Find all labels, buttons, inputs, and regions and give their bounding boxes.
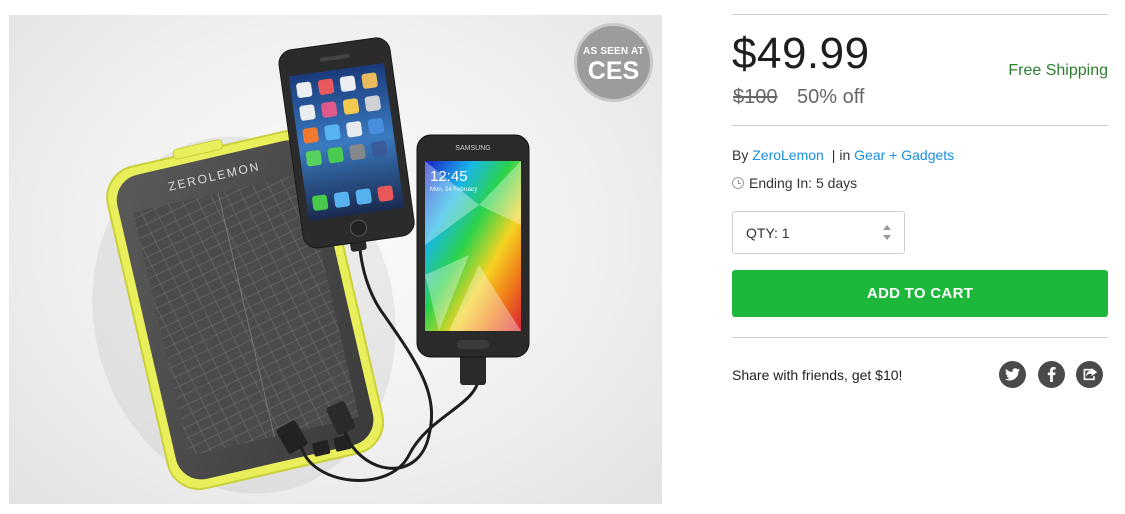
samsung-device: SAMSUNG 12:45 Mon, 24 February — [416, 134, 530, 358]
ces-badge-caption: AS SEEN AT — [583, 45, 644, 57]
ces-badge: AS SEEN AT CES — [574, 23, 653, 102]
twitter-share-button[interactable] — [999, 361, 1026, 388]
phone-brand-print: SAMSUNG — [455, 145, 490, 152]
discount-label: 50% off — [797, 86, 865, 108]
byline-separator: | — [831, 147, 836, 163]
in-label: in — [839, 147, 851, 163]
vendor-link[interactable]: ZeroLemon — [752, 147, 824, 163]
phone-lock-time: 12:45 — [430, 168, 468, 185]
share-icon — [1083, 368, 1097, 381]
price-divider — [732, 125, 1108, 126]
share-divider — [732, 337, 1108, 338]
ces-badge-title: CES — [587, 56, 640, 85]
ending-in-text: Ending In: 5 days — [749, 175, 858, 191]
facebook-share-button[interactable] — [1038, 361, 1065, 388]
phone-lock-date: Mon, 24 February — [430, 187, 477, 193]
quantity-select[interactable]: QTY: 1 — [732, 211, 905, 254]
clock-icon — [732, 177, 744, 189]
original-price: $100 — [733, 86, 778, 108]
ending-in: Ending In: 5 days — [732, 174, 857, 192]
quantity-value: QTY: 1 — [746, 224, 790, 241]
vendor-byline: By ZeroLemon | in Gear + Gadgets — [732, 146, 954, 164]
top-divider — [732, 14, 1108, 15]
product-image: ZEROLEMON SAMSUNG 12:45 Mon, 24 February… — [9, 15, 662, 504]
share-promo-text: Share with friends, get $10! — [732, 367, 903, 383]
add-to-cart-button[interactable]: ADD TO CART — [732, 270, 1108, 317]
select-arrows-icon — [883, 225, 891, 241]
twitter-icon — [1005, 368, 1020, 381]
facebook-icon — [1047, 367, 1056, 382]
generic-share-button[interactable] — [1076, 361, 1103, 388]
product-illustration: ZEROLEMON SAMSUNG 12:45 Mon, 24 February — [92, 37, 530, 494]
category-link[interactable]: Gear + Gadgets — [854, 147, 954, 163]
free-shipping-label: Free Shipping — [1008, 62, 1108, 79]
current-price: $49.99 — [732, 29, 870, 78]
by-label: By — [732, 147, 749, 163]
